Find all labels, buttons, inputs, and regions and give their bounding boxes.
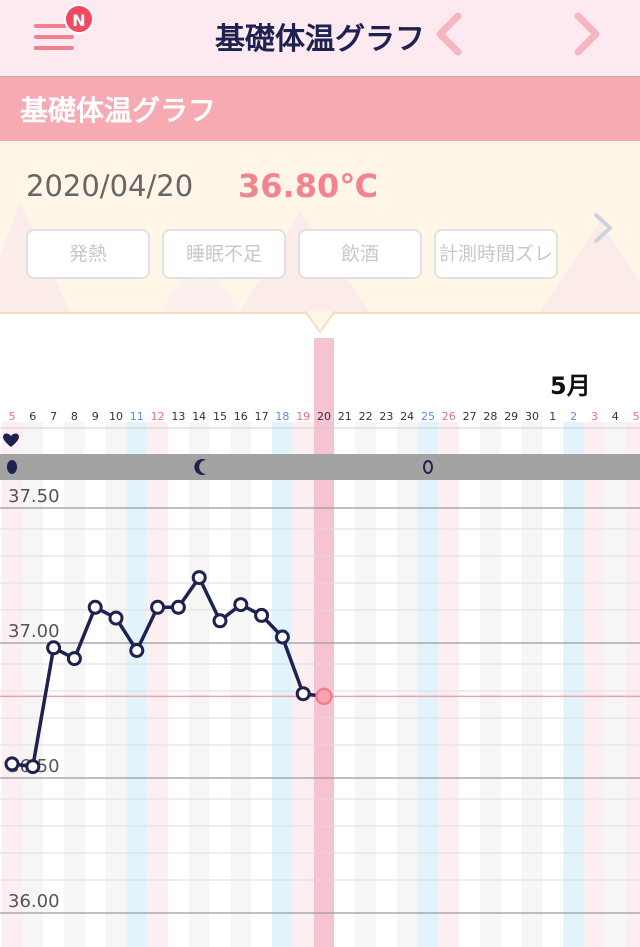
record-temperature: 36.80℃ — [238, 167, 378, 205]
chart-column-stripe — [105, 422, 127, 947]
day-label[interactable]: 5 — [633, 410, 640, 423]
chart-column-stripe — [396, 422, 418, 947]
day-label[interactable]: 21 — [338, 410, 352, 423]
app-header: N 基礎体温グラフ — [0, 0, 640, 77]
day-label[interactable]: 14 — [192, 410, 206, 423]
record-date: 2020/04/20 — [26, 169, 194, 203]
day-label[interactable]: 8 — [71, 410, 78, 423]
y-tick-label: 37.50 — [8, 486, 60, 507]
day-label[interactable]: 7 — [50, 410, 57, 423]
day-label[interactable]: 25 — [421, 410, 435, 423]
day-label[interactable]: 6 — [29, 410, 36, 423]
chart-column-stripe — [272, 422, 293, 947]
data-point[interactable] — [46, 640, 62, 656]
cycle-marker-band — [0, 454, 640, 480]
data-point[interactable] — [129, 643, 145, 658]
chart-column-stripe — [64, 422, 85, 947]
data-point[interactable] — [25, 759, 41, 775]
chart-column-stripe — [126, 422, 148, 947]
tag-drinking[interactable]: 飲酒 — [298, 229, 422, 279]
record-panel: 2020/04/20 36.80℃ 発熱 睡眠不足 飲酒 計測時間ズレ — [0, 141, 640, 314]
data-point[interactable] — [212, 613, 228, 629]
day-label[interactable]: 27 — [463, 410, 477, 423]
drop-icon — [7, 460, 17, 474]
day-label[interactable]: 13 — [171, 410, 185, 423]
day-label[interactable]: 9 — [92, 410, 99, 423]
chart-column-stripe — [521, 422, 543, 947]
data-point[interactable] — [191, 570, 207, 586]
prev-button[interactable] — [430, 12, 470, 56]
data-point[interactable] — [4, 756, 20, 772]
chart-column-stripe — [417, 422, 439, 947]
day-label[interactable]: 5 — [9, 410, 16, 423]
day-label[interactable]: 12 — [151, 410, 165, 423]
month-label: 5月 — [550, 372, 591, 400]
chevron-right-icon — [574, 12, 600, 56]
data-point[interactable] — [254, 607, 270, 623]
y-tick-label: 37.00 — [8, 621, 60, 642]
day-label[interactable]: 16 — [234, 410, 248, 423]
day-label[interactable]: 23 — [379, 410, 393, 423]
section-title: 基礎体温グラフ — [20, 94, 217, 127]
next-button[interactable] — [566, 12, 606, 56]
section-bar: 基礎体温グラフ — [0, 77, 640, 141]
day-label[interactable]: 1 — [549, 410, 556, 423]
chart-column-stripe — [147, 422, 168, 947]
chart-column-stripe — [604, 422, 626, 947]
chart-column-stripe — [563, 422, 584, 947]
tag-lack-of-sleep[interactable]: 睡眠不足 — [162, 229, 286, 279]
selected-data-point[interactable] — [315, 687, 333, 706]
day-label[interactable]: 4 — [612, 410, 619, 423]
day-label[interactable]: 22 — [359, 410, 373, 423]
day-label[interactable]: 20 — [317, 410, 331, 423]
day-label[interactable]: 17 — [255, 410, 269, 423]
day-label[interactable]: 28 — [483, 410, 497, 423]
day-label[interactable]: 26 — [442, 410, 456, 423]
data-point[interactable] — [66, 651, 82, 667]
day-label[interactable]: 19 — [296, 410, 310, 423]
data-point[interactable] — [150, 599, 166, 615]
day-label[interactable]: 11 — [130, 410, 144, 423]
chart-column-stripe — [292, 422, 314, 947]
chart-column-stripe — [230, 422, 252, 947]
temperature-chart[interactable]: 5 6 7 8 9 10 11 12 13 14 15 16 17 18 19 20 21 22 23 24 25 26 2… — [0, 338, 640, 947]
data-point[interactable] — [233, 597, 249, 613]
page-title: 基礎体温グラフ — [215, 22, 425, 57]
data-point[interactable] — [295, 686, 311, 702]
day-label[interactable]: 15 — [213, 410, 227, 423]
data-point[interactable] — [108, 610, 124, 626]
data-point[interactable] — [87, 599, 103, 615]
day-label[interactable]: 2 — [570, 410, 577, 423]
chevron-right-icon — [594, 213, 612, 243]
day-label[interactable]: 18 — [275, 410, 289, 423]
chart-column-stripe — [584, 422, 605, 947]
day-label[interactable]: 29 — [504, 410, 518, 423]
day-label[interactable]: 24 — [400, 410, 414, 423]
chart-column-stripe — [480, 422, 501, 947]
tag-fever[interactable]: 発熱 — [26, 229, 150, 279]
data-point[interactable] — [170, 599, 186, 615]
y-tick-label: 36.00 — [8, 891, 60, 912]
chart-column-stripe — [355, 422, 376, 947]
day-label[interactable]: 10 — [109, 410, 123, 423]
tag-measurement-time-shift[interactable]: 計測時間ズレ — [434, 229, 558, 279]
chevron-left-icon — [436, 12, 462, 56]
tags-next-button[interactable] — [590, 211, 616, 245]
day-label[interactable]: 3 — [591, 410, 598, 423]
chart-column-stripe — [438, 422, 460, 947]
chart-column-stripe — [625, 422, 640, 947]
chart-column-stripe — [188, 422, 210, 947]
data-point[interactable] — [274, 629, 290, 645]
panel-pointer — [305, 311, 335, 333]
day-label[interactable]: 30 — [525, 410, 539, 423]
